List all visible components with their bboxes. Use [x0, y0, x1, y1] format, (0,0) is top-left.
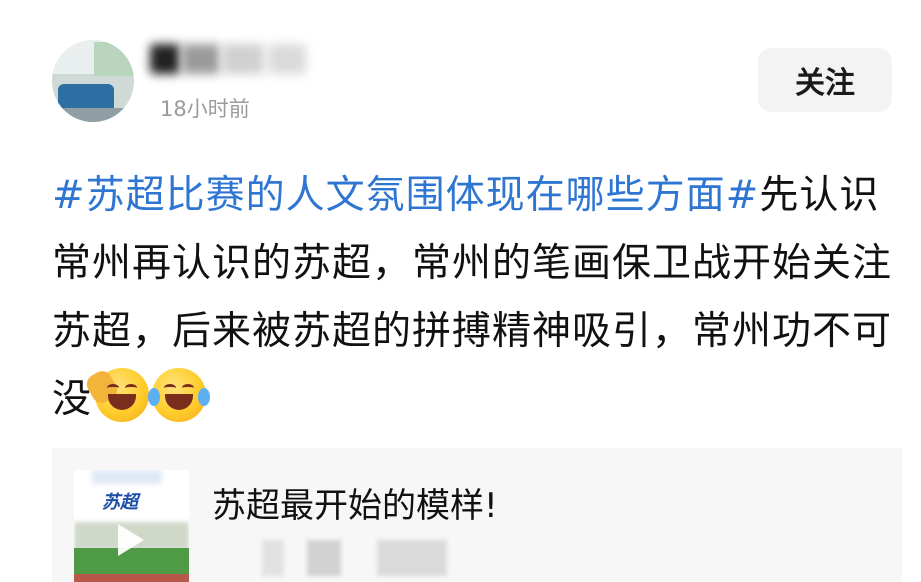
thumbnail-track	[74, 574, 189, 582]
post-time: 18小时前	[160, 97, 250, 121]
card-title: 苏超最开始的模样!	[212, 486, 498, 526]
post-header: 18小时前 关注	[0, 0, 921, 140]
video-thumbnail[interactable]: 苏超	[74, 470, 189, 582]
blurred-meta	[307, 540, 341, 576]
blurred-username[interactable]	[150, 44, 180, 74]
facepalm-laugh-emoji-icon	[83, 367, 150, 422]
thumbnail-logo: 苏超	[102, 492, 138, 513]
follow-button[interactable]: 关注	[758, 48, 892, 112]
blurred-username	[222, 44, 264, 74]
avatar[interactable]	[52, 40, 134, 122]
thumbnail-banner	[92, 470, 162, 484]
laugh-cry-emoji-icon	[148, 368, 211, 422]
topic-link[interactable]: #苏超比赛的人文氛围体现在哪些方面#	[52, 173, 759, 218]
avatar-sofa	[58, 84, 114, 110]
play-icon[interactable]	[118, 524, 144, 556]
post-text: #苏超比赛的人文氛围体现在哪些方面#先认识常州再认识的苏超，常州的笔画保卫战开始…	[52, 162, 902, 434]
blurred-meta	[262, 540, 284, 576]
blurred-username	[268, 44, 306, 74]
blurred-meta	[377, 540, 447, 576]
avatar-floor	[62, 108, 124, 122]
avatar-plant	[94, 42, 134, 76]
video-card[interactable]: 苏超 苏超最开始的模样!	[52, 448, 902, 582]
blurred-username	[182, 44, 220, 74]
